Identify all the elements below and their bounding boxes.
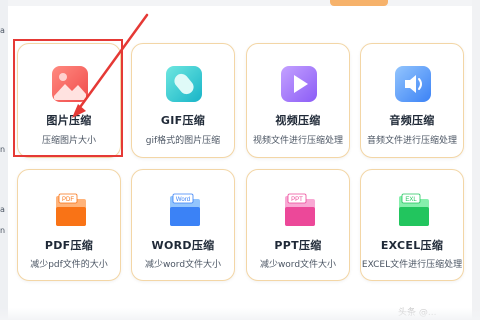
image-icon — [52, 66, 88, 102]
card-title: EXCEL压缩 — [380, 239, 444, 252]
play-icon — [281, 66, 317, 102]
card-image-compress[interactable]: 图片压缩 压缩图片大小 — [17, 43, 121, 158]
card-audio-compress[interactable]: 音频压缩 音频文件进行压缩处理 — [360, 43, 464, 158]
card-video-compress[interactable]: 视频压缩 视频文件进行压缩处理 — [246, 43, 350, 158]
gutter-text: a — [0, 26, 5, 35]
card-title: WORD压缩 — [151, 239, 215, 252]
card-excel-compress[interactable]: EXL EXCEL压缩 EXCEL文件进行压缩处理 — [360, 169, 464, 281]
file-badge: PPT — [291, 197, 303, 203]
card-title: GIF压缩 — [160, 114, 206, 127]
card-subtitle: 压缩图片大小 — [41, 136, 96, 146]
gif-icon — [166, 66, 202, 102]
gutter-text: a — [0, 205, 5, 214]
card-title: 视频压缩 — [275, 114, 321, 127]
left-gutter: a n a n — [0, 0, 8, 320]
excel-file-icon: EXL — [399, 193, 429, 226]
ppt-file-icon: PPT — [285, 193, 315, 226]
card-word-compress[interactable]: Word WORD压缩 减少word文件大小 — [131, 169, 235, 281]
file-badge: EXL — [405, 197, 417, 203]
pdf-file-icon: PDF — [56, 193, 86, 226]
card-subtitle: 减少pdf文件的大小 — [30, 260, 108, 270]
card-subtitle: EXCEL文件进行压缩处理 — [361, 260, 463, 270]
gutter-text: n — [0, 226, 6, 235]
word-file-icon: Word — [170, 193, 200, 226]
card-title: 音频压缩 — [389, 114, 435, 127]
right-gutter — [472, 0, 480, 320]
top-bar — [0, 0, 480, 6]
card-title: PDF压缩 — [44, 239, 94, 252]
card-title: PPT压缩 — [274, 239, 322, 252]
card-gif-compress[interactable]: GIF压缩 gif格式的图片压缩 — [131, 43, 235, 158]
bottom-fade — [0, 308, 480, 320]
file-badge: PDF — [62, 197, 74, 203]
card-subtitle: 音频文件进行压缩处理 — [366, 136, 457, 146]
card-subtitle: 视频文件进行压缩处理 — [252, 136, 343, 146]
gutter-text: n — [0, 145, 6, 154]
card-subtitle: gif格式的图片压缩 — [145, 136, 221, 146]
card-subtitle: 减少word文件大小 — [259, 260, 337, 270]
top-accent-button[interactable] — [330, 0, 388, 6]
speaker-icon — [395, 66, 431, 102]
card-pdf-compress[interactable]: PDF PDF压缩 减少pdf文件的大小 — [17, 169, 121, 281]
file-badge: Word — [176, 197, 190, 203]
tool-grid: 图片压缩 压缩图片大小 GIF压缩 gif格式的图片压缩 视频压缩 视频文件进行… — [17, 43, 464, 285]
card-ppt-compress[interactable]: PPT PPT压缩 减少word文件大小 — [246, 169, 350, 281]
card-subtitle: 减少word文件大小 — [144, 260, 222, 270]
card-title: 图片压缩 — [46, 114, 92, 127]
